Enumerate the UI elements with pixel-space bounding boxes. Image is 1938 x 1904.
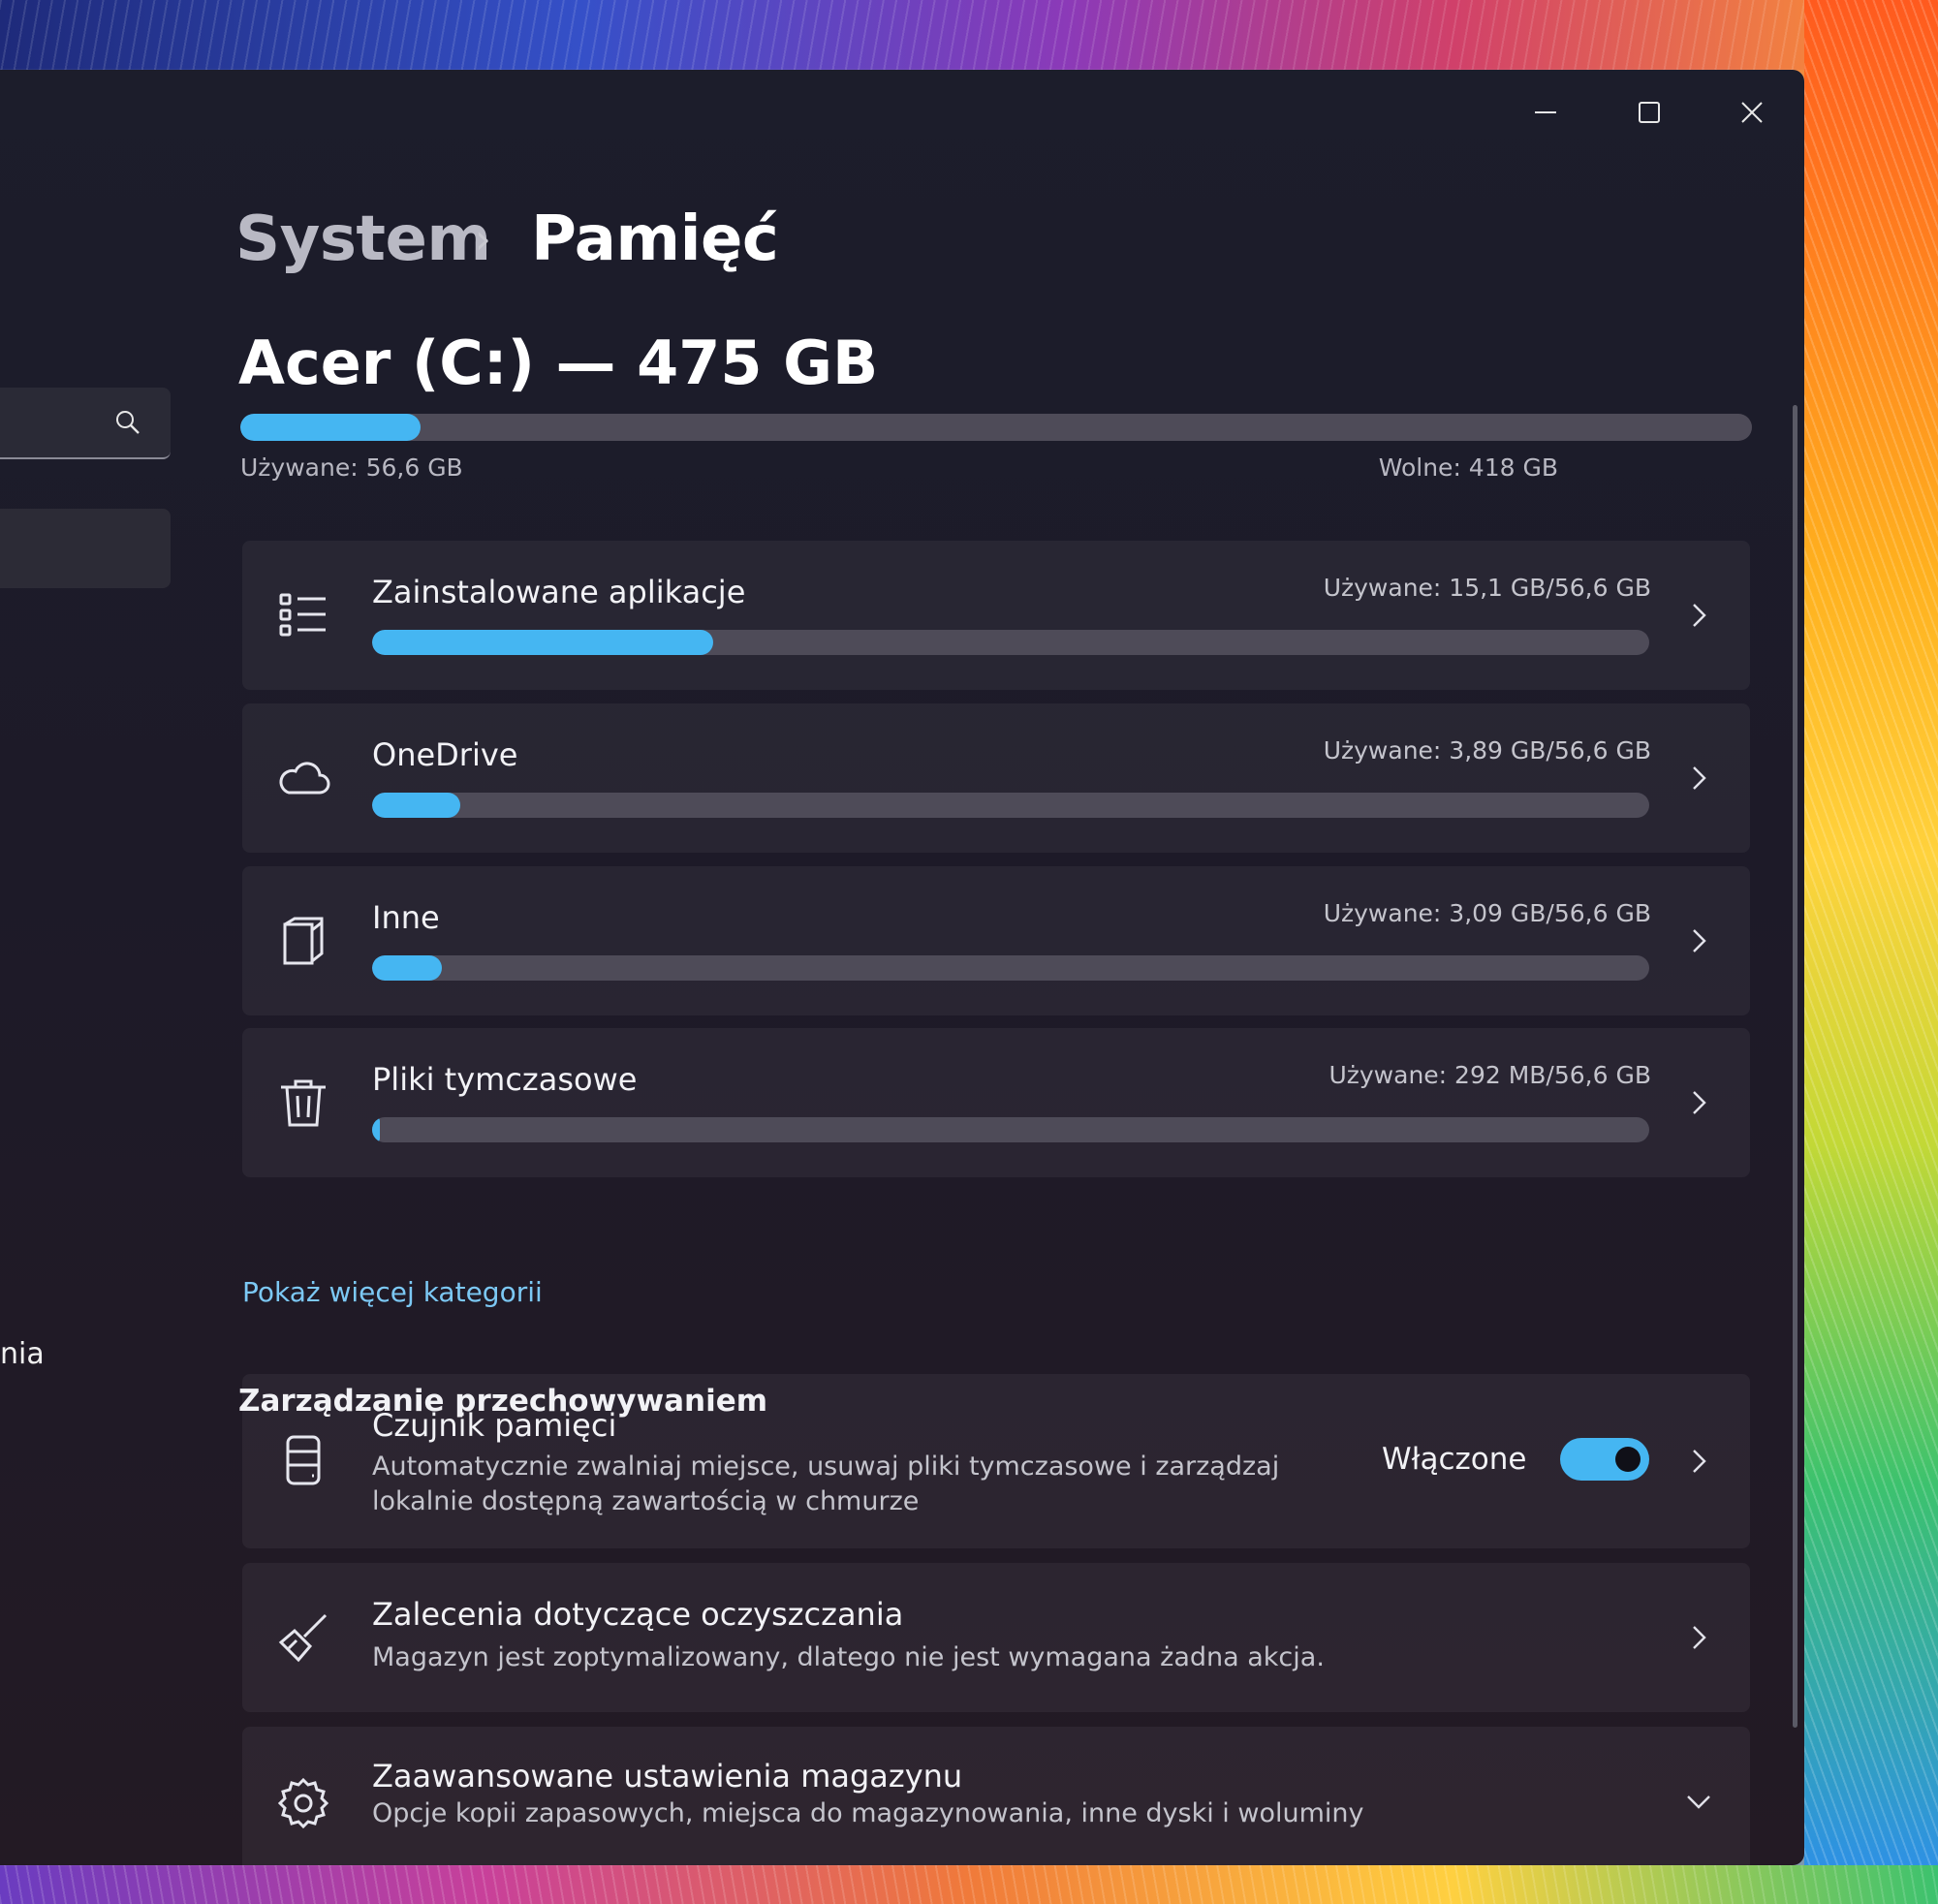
wallpaper-right-strip: [1804, 0, 1938, 1904]
page-title: Pamięć: [531, 203, 779, 275]
vertical-scrollbar[interactable]: [1793, 405, 1797, 1728]
category-label: OneDrive: [372, 736, 518, 773]
storage-sense-icon: [286, 1435, 321, 1485]
other-files-icon: [283, 917, 324, 965]
breadcrumb-separator: ›: [475, 215, 491, 263]
chevron-down-icon: [1687, 1795, 1710, 1809]
toggle-knob: [1615, 1447, 1641, 1472]
advanced-title: Zaawansowane ustawienia magazynu: [372, 1758, 963, 1795]
category-usage-fill: [372, 1117, 380, 1142]
category-usage-bar: [372, 793, 1649, 818]
chevron-right-icon: [1693, 1091, 1706, 1114]
minimize-icon: [1535, 111, 1556, 113]
settings-window: nia System › Pamięć Acer (C:) — 475 GB U…: [0, 70, 1804, 1865]
category-usage-bar: [372, 1117, 1649, 1142]
category-usage-fill: [372, 955, 443, 981]
category-usage-bar: [372, 630, 1649, 655]
cloud-icon: [279, 762, 330, 795]
category-usage-bar: [372, 955, 1649, 981]
chevron-right-icon: [1693, 604, 1706, 627]
category-used: Używane: 3,09 GB/56,6 GB: [1323, 899, 1651, 927]
category-used: Używane: 15,1 GB/56,6 GB: [1323, 574, 1651, 602]
storage-sense-state: Włączone: [1382, 1442, 1527, 1477]
advanced-desc: Opcje kopii zapasowych, miejsca do magaz…: [372, 1798, 1364, 1828]
category-card-onedrive[interactable]: OneDrive Używane: 3,89 GB/56,6 GB: [242, 703, 1750, 853]
category-label: Pliki tymczasowe: [372, 1061, 638, 1098]
sidebar-search-input[interactable]: [0, 388, 171, 459]
drive-free-label: Wolne: 418 GB: [1378, 453, 1558, 482]
close-button[interactable]: [1713, 83, 1791, 141]
chevron-right-icon: [1693, 1450, 1706, 1473]
category-card-apps[interactable]: Zainstalowane aplikacje Używane: 15,1 GB…: [242, 541, 1750, 690]
broom-icon: [278, 1613, 328, 1663]
maximize-button[interactable]: [1610, 83, 1688, 141]
sidebar-item-selected[interactable]: [0, 509, 171, 588]
gear-icon: [277, 1777, 329, 1829]
chevron-right-icon: [1693, 1626, 1706, 1649]
drive-used-label: Używane: 56,6 GB: [240, 453, 463, 482]
storage-sense-card[interactable]: Czujnik pamięci Automatycznie zwalniaj m…: [242, 1374, 1750, 1548]
storage-sense-desc-line2: lokalnie dostępną zawartością w chmurze: [372, 1486, 920, 1516]
minimize-button[interactable]: [1507, 83, 1584, 141]
cleanup-title: Zalecenia dotyczące oczyszczania: [372, 1596, 904, 1633]
category-label: Zainstalowane aplikacje: [372, 574, 746, 610]
chevron-right-icon: [1693, 766, 1706, 790]
storage-sense-toggle[interactable]: [1560, 1438, 1649, 1481]
sidebar-item-label[interactable]: nia: [0, 1337, 45, 1371]
cleanup-desc: Magazyn jest zoptymalizowany, dlatego ni…: [372, 1642, 1325, 1672]
breadcrumb-parent[interactable]: System: [235, 203, 491, 275]
storage-sense-desc-line1: Automatycznie zwalniaj miejsce, usuwaj p…: [372, 1451, 1280, 1482]
category-label: Inne: [372, 899, 440, 936]
maximize-icon: [1639, 102, 1660, 123]
wallpaper-top-strip: [0, 0, 1938, 70]
drive-title: Acer (C:) — 475 GB: [238, 328, 879, 398]
category-usage-fill: [372, 630, 713, 655]
drive-usage-bar: [240, 414, 1752, 441]
apps-list-icon: [279, 593, 326, 637]
advanced-storage-settings-card[interactable]: Zaawansowane ustawienia magazynu Opcje k…: [242, 1727, 1750, 1865]
storage-sense-title: Czujnik pamięci: [372, 1407, 617, 1444]
category-card-temp[interactable]: Pliki tymczasowe Używane: 292 MB/56,6 GB: [242, 1028, 1750, 1177]
category-used: Używane: 292 MB/56,6 GB: [1328, 1061, 1651, 1089]
category-usage-fill: [372, 793, 460, 818]
category-used: Używane: 3,89 GB/56,6 GB: [1323, 736, 1651, 765]
trash-icon: [281, 1079, 326, 1127]
search-icon: [116, 411, 140, 434]
category-card-other[interactable]: Inne Używane: 3,09 GB/56,6 GB: [242, 866, 1750, 1015]
cleanup-recommendations-card[interactable]: Zalecenia dotyczące oczyszczania Magazyn…: [242, 1563, 1750, 1712]
close-icon: [1741, 102, 1763, 123]
chevron-right-icon: [1693, 929, 1706, 952]
show-more-categories-link[interactable]: Pokaż więcej kategorii: [242, 1276, 543, 1308]
drive-usage-fill: [240, 414, 421, 441]
wallpaper-bottom-strip: [0, 1865, 1938, 1904]
